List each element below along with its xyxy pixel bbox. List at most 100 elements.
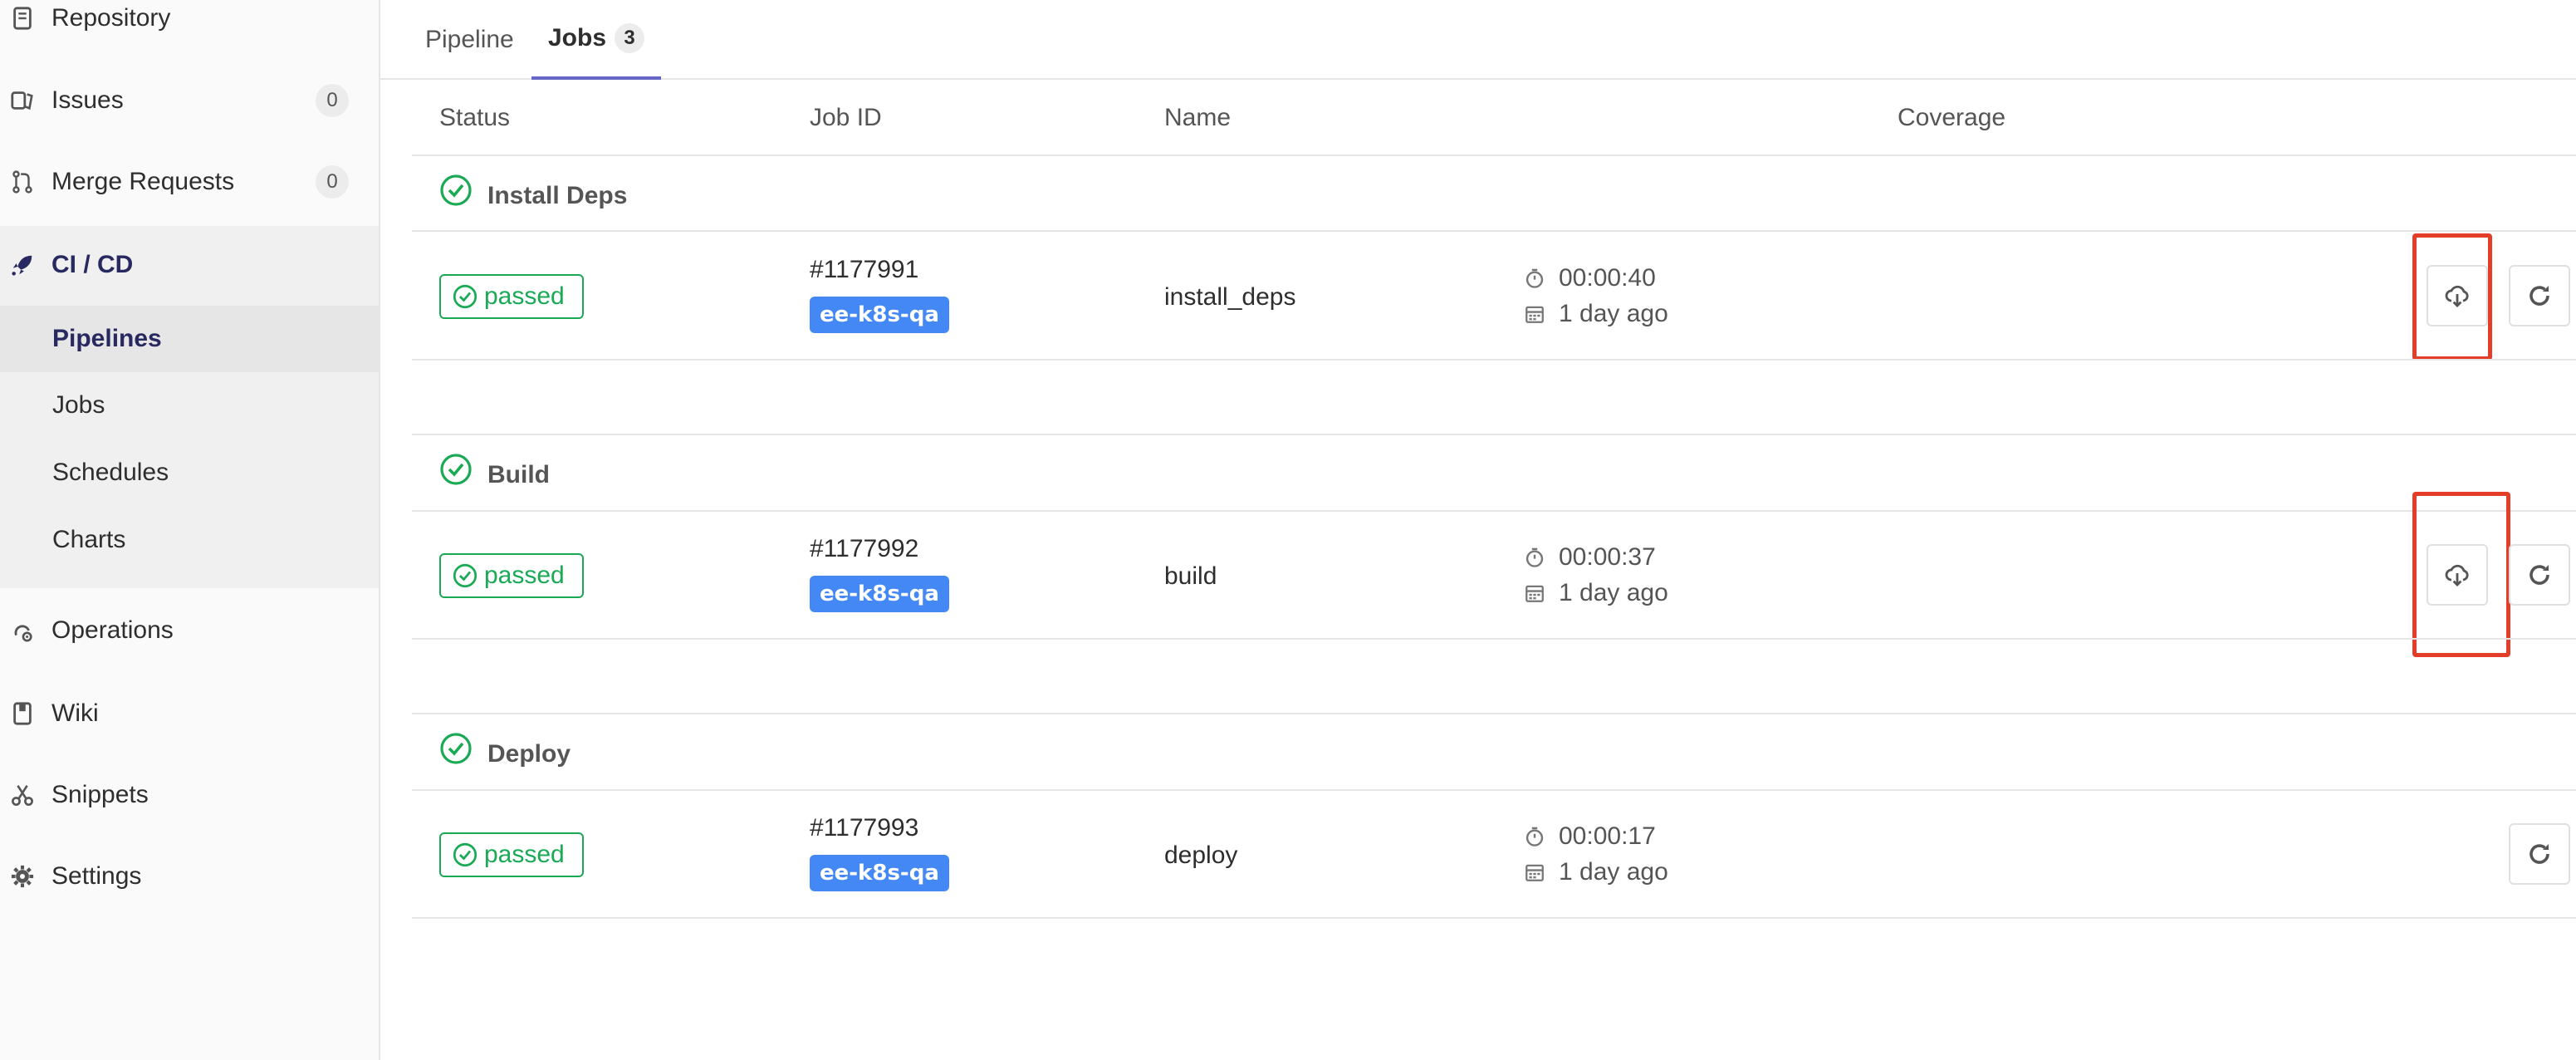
retry-button[interactable]: [2509, 265, 2570, 326]
duration-text: 00:00:37: [1559, 543, 1656, 571]
sidebar-item-issues[interactable]: Issues 0: [0, 61, 379, 140]
calendar-icon: [1526, 864, 1544, 881]
sidebar-item-label: Merge Requests: [51, 168, 235, 195]
merge-requests-count-badge: 0: [316, 165, 349, 199]
divider: [412, 434, 2576, 435]
sidebar-item-label: Operations: [51, 616, 174, 644]
retry-button[interactable]: [2509, 544, 2570, 606]
pipeline-tabs: Pipeline Jobs 3: [380, 0, 2576, 80]
job-finished-time: 1 day ago: [1524, 300, 1668, 328]
sidebar-item-label: Snippets: [51, 781, 149, 808]
job-name-link[interactable]: deploy: [1164, 842, 1237, 870]
retry-button[interactable]: [2509, 823, 2570, 885]
highlight-box: [2412, 233, 2492, 361]
sidebar-item-wiki[interactable]: Wiki: [0, 674, 379, 753]
repository-icon: [8, 4, 37, 32]
sidebar-subitem-schedules[interactable]: Schedules: [0, 439, 379, 506]
sidebar-item-settings[interactable]: Settings: [0, 837, 379, 916]
retry-icon: [2529, 565, 2549, 585]
status-text: passed: [484, 562, 565, 589]
divider: [412, 789, 2576, 791]
tab-label: Jobs: [548, 24, 607, 52]
column-header-coverage: Coverage: [1898, 104, 2006, 131]
scissors-icon: [8, 781, 37, 809]
job-finished-time: 1 day ago: [1524, 858, 1668, 886]
sidebar-subitem-label: Schedules: [52, 459, 169, 486]
retry-icon: [2529, 844, 2549, 864]
status-text: passed: [484, 282, 565, 310]
job-id-link[interactable]: #1177992: [810, 535, 918, 563]
divider: [412, 917, 2576, 919]
stage-title-deploy: Deploy: [439, 729, 571, 779]
sidebar-item-label: CI / CD: [51, 251, 134, 278]
tab-pipeline[interactable]: Pipeline: [425, 0, 514, 80]
sidebar-item-label: Issues: [51, 86, 124, 114]
status-text: passed: [484, 841, 565, 868]
stage-title-install-deps: Install Deps: [439, 171, 627, 221]
check-circle-icon: [440, 174, 472, 206]
sidebar-item-label: Wiki: [51, 699, 99, 727]
sidebar-item-snippets[interactable]: Snippets: [0, 755, 379, 835]
stage-title-text: Install Deps: [487, 182, 628, 209]
column-header-status: Status: [439, 104, 511, 131]
status-badge[interactable]: passed: [439, 832, 584, 877]
sidebar: Repository Issues 0 Merge Requests 0 CI …: [0, 0, 380, 1060]
divider: [412, 638, 2576, 640]
sidebar-subitem-label: Jobs: [52, 391, 105, 419]
rocket-icon: [8, 251, 37, 279]
sidebar-item-merge-requests[interactable]: Merge Requests 0: [0, 142, 379, 222]
sidebar-subitem-jobs[interactable]: Jobs: [0, 372, 379, 439]
issues-count-badge: 0: [316, 84, 349, 117]
job-id-link[interactable]: #1177991: [810, 256, 918, 284]
sidebar-subitem-label: Pipelines: [52, 325, 162, 352]
job-duration: 00:00:17: [1524, 822, 1656, 851]
sidebar-subitem-label: Charts: [52, 526, 126, 553]
sidebar-item-repository[interactable]: Repository: [0, 0, 379, 58]
job-name-link[interactable]: install_deps: [1164, 283, 1295, 312]
job-duration: 00:00:37: [1524, 543, 1656, 572]
check-circle-icon: [440, 454, 472, 485]
jobs-count-badge: 3: [615, 23, 645, 53]
divider: [412, 713, 2576, 714]
duration-text: 00:00:17: [1559, 822, 1656, 850]
divider: [412, 510, 2576, 512]
finished-text: 1 day ago: [1559, 300, 1668, 327]
tab-jobs[interactable]: Jobs 3: [531, 0, 662, 80]
divider: [412, 359, 2576, 361]
status-badge[interactable]: passed: [439, 553, 584, 598]
highlight-box: [2412, 492, 2510, 657]
stage-title-text: Deploy: [487, 740, 571, 768]
sidebar-item-label: Repository: [51, 4, 171, 32]
column-header-job-id: Job ID: [810, 104, 882, 131]
sidebar-item-label: Settings: [51, 862, 142, 890]
merge-request-icon: [8, 168, 37, 196]
job-finished-time: 1 day ago: [1524, 579, 1668, 607]
status-badge[interactable]: passed: [439, 274, 584, 319]
ref-tag[interactable]: ee-k8s-qa: [810, 576, 949, 612]
finished-text: 1 day ago: [1559, 858, 1668, 886]
stage-title-text: Build: [487, 461, 550, 488]
sidebar-item-operations[interactable]: Operations: [0, 591, 379, 670]
retry-icon: [2529, 286, 2549, 306]
duration-text: 00:00:40: [1559, 264, 1656, 292]
book-icon: [8, 699, 37, 728]
job-id-link[interactable]: #1177993: [810, 814, 918, 842]
calendar-icon: [1526, 585, 1544, 602]
stage-title-build: Build: [439, 450, 550, 500]
gear-icon: [8, 862, 37, 891]
operations-icon: [8, 616, 37, 645]
timer-icon: [1526, 268, 1544, 288]
check-circle-icon: [453, 563, 477, 588]
sidebar-subitem-charts[interactable]: Charts: [0, 507, 379, 573]
sidebar-subitem-pipelines[interactable]: Pipelines: [0, 306, 379, 372]
ref-tag[interactable]: ee-k8s-qa: [810, 297, 949, 333]
check-circle-icon: [440, 733, 472, 764]
sidebar-item-ci-cd[interactable]: CI / CD: [0, 225, 379, 305]
check-circle-icon: [453, 284, 477, 309]
ref-tag[interactable]: ee-k8s-qa: [810, 855, 949, 891]
job-name-link[interactable]: build: [1164, 562, 1217, 591]
finished-text: 1 day ago: [1559, 579, 1668, 606]
issues-icon: [8, 86, 37, 115]
check-circle-icon: [453, 842, 477, 867]
divider: [412, 230, 2576, 232]
